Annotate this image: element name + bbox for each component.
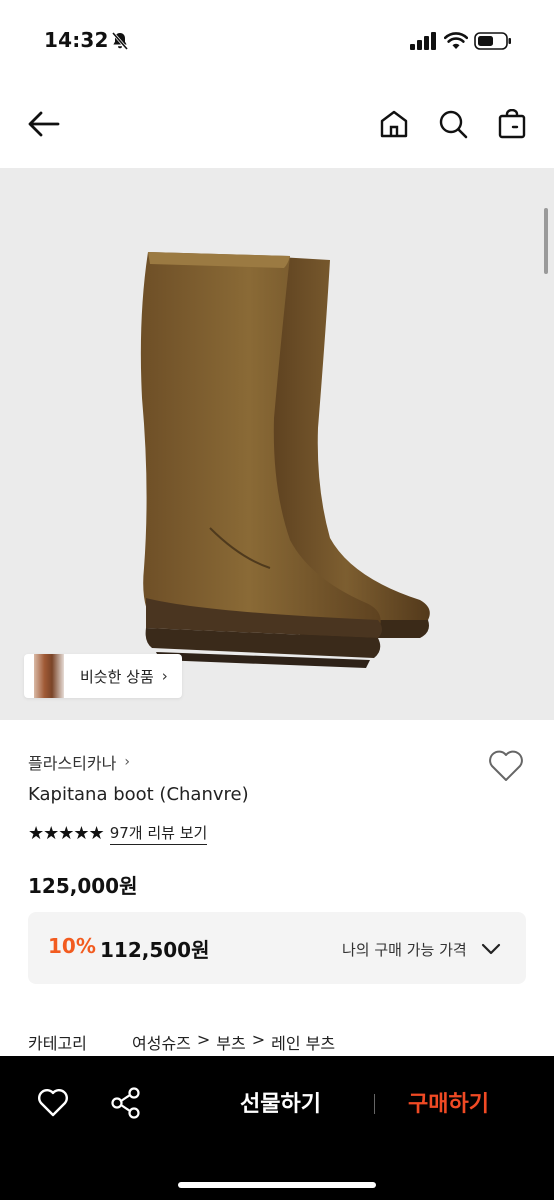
category-label: 카테고리 [28,1034,87,1053]
discount-price: 112,500원 [100,938,210,962]
nav-bar [0,96,554,156]
discount-rate: 10% [48,934,96,958]
my-price-label: 나의 구매 가능 가격 [342,941,467,959]
share-icon [111,1087,140,1119]
home-icon [380,110,408,138]
home-button[interactable] [376,106,412,142]
category-level-1[interactable]: 여성슈즈 [132,1030,191,1054]
divider [374,1094,375,1114]
share-button[interactable] [110,1086,142,1120]
status-time: 14:32 [44,28,109,52]
bottom-wishlist-button[interactable] [36,1086,70,1120]
bottom-action-bar: 선물하기 구매하기 [0,1056,554,1200]
category-level-2[interactable]: 부츠 [216,1030,245,1054]
wishlist-button[interactable] [486,748,526,784]
reviews-link[interactable]: 97개 리뷰 보기 [109,822,208,845]
brand-name: 플라스티카나 [28,754,117,773]
chevron-right-icon: › [124,754,130,770]
similar-product-thumbnail [34,654,64,698]
image-scroll-indicator [544,208,548,274]
bell-off-icon [111,32,129,50]
category-row: 카테고리 여성슈즈 > 부츠 > 레인 부츠 [28,1030,335,1054]
product-image[interactable]: 비슷한 상품 › [0,168,554,720]
shopping-bag-icon [498,109,526,139]
heart-icon [489,750,523,781]
buy-button[interactable]: 구매하기 [408,1086,489,1118]
back-button[interactable] [26,106,62,142]
status-bar: 14:32 [0,0,554,84]
chevron-down-icon [481,943,501,955]
heart-icon [38,1089,68,1117]
product-price: 125,000원 [28,874,138,898]
signal-icon [410,32,436,50]
gift-button[interactable]: 선물하기 [240,1086,321,1118]
home-indicator [178,1182,376,1188]
category-level-3[interactable]: 레인 부츠 [271,1030,335,1054]
brand-link[interactable]: 플라스티카나 › [28,750,130,774]
similar-products-label: 비슷한 상품 [80,667,154,686]
breadcrumb-separator: > [251,1030,266,1049]
category-breadcrumb: 여성슈즈 > 부츠 > 레인 부츠 [132,1030,335,1054]
chevron-right-icon: › [161,667,168,685]
search-icon [439,110,468,139]
product-name: Kapitana boot (Chanvre) [28,784,249,805]
wifi-icon [444,32,468,49]
breadcrumb-separator: > [196,1030,211,1049]
arrow-left-icon [28,111,60,137]
similar-products-chip[interactable]: 비슷한 상품 › [24,654,182,698]
rain-boots-image [140,252,430,668]
rating-row: ★★★★★ 97개 리뷰 보기 [28,822,208,845]
battery-icon [474,32,511,50]
my-price-box[interactable]: 10% 112,500원 나의 구매 가능 가격 [28,912,526,984]
search-button[interactable] [435,106,471,142]
rating-stars: ★★★★★ [28,823,105,844]
bag-button[interactable] [494,106,530,142]
